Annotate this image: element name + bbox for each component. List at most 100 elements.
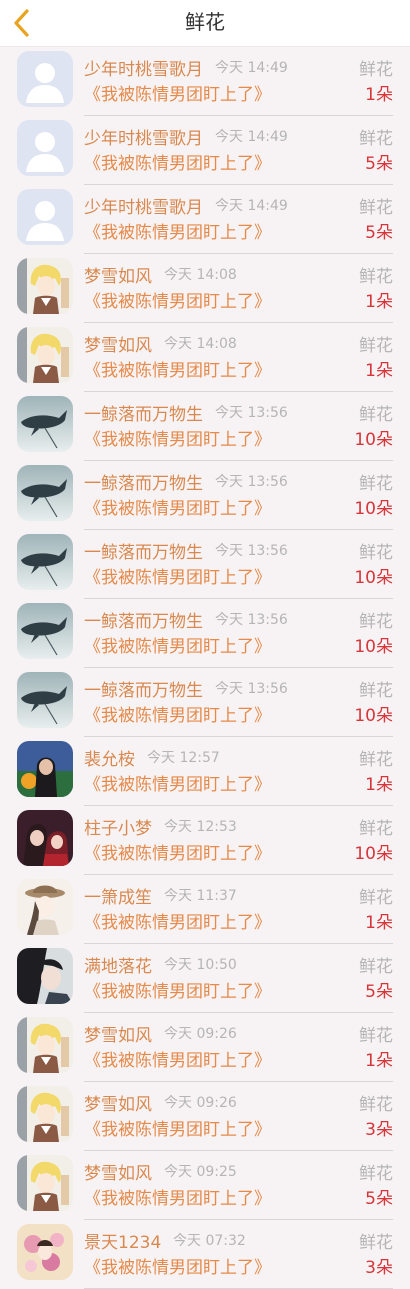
book-title[interactable]: 《我被陈情男团盯上了》: [84, 425, 271, 450]
avatar[interactable]: [17, 534, 73, 590]
book-title[interactable]: 《我被陈情男团盯上了》: [84, 770, 271, 795]
list-item[interactable]: 一鲸落而万物生 今天 13:56 鲜花 《我被陈情男团盯上了》 10朵: [0, 530, 410, 599]
sender-name[interactable]: 少年时桃雪歌月: [84, 55, 203, 80]
sender-name[interactable]: 景天1234: [84, 1228, 161, 1253]
list-item[interactable]: 少年时桃雪歌月 今天 14:49 鲜花 《我被陈情男团盯上了》 5朵: [0, 185, 410, 254]
list-item[interactable]: 一箫成笙 今天 11:37 鲜花 《我被陈情男团盯上了》 1朵: [0, 875, 410, 944]
list-item[interactable]: 景天1234 今天 07:32 鲜花 《我被陈情男团盯上了》 3朵: [0, 1220, 410, 1289]
book-title[interactable]: 《我被陈情男团盯上了》: [84, 701, 271, 726]
avatar[interactable]: [17, 1017, 73, 1073]
avatar-image: [17, 327, 73, 383]
list-item[interactable]: 梦雪如风 今天 09:25 鲜花 《我被陈情男团盯上了》 5朵: [0, 1151, 410, 1220]
sender-name[interactable]: 一鲸落而万物生: [84, 607, 203, 632]
avatar-image: [17, 1224, 73, 1280]
avatar[interactable]: [17, 672, 73, 728]
sender-name[interactable]: 梦雪如风: [84, 1090, 152, 1115]
sender-name[interactable]: 一鲸落而万物生: [84, 538, 203, 563]
avatar[interactable]: [17, 810, 73, 866]
book-title[interactable]: 《我被陈情男团盯上了》: [84, 908, 271, 933]
list-item[interactable]: 梦雪如风 今天 09:26 鲜花 《我被陈情男团盯上了》 1朵: [0, 1013, 410, 1082]
avatar[interactable]: [17, 189, 73, 245]
avatar[interactable]: [17, 1086, 73, 1142]
list-item[interactable]: 一鲸落而万物生 今天 13:56 鲜花 《我被陈情男团盯上了》 10朵: [0, 599, 410, 668]
flower-count: 10朵: [354, 637, 393, 657]
list-item[interactable]: 梦雪如风 今天 09:26 鲜花 《我被陈情男团盯上了》 3朵: [0, 1082, 410, 1151]
avatar[interactable]: [17, 1224, 73, 1280]
avatar[interactable]: [17, 741, 73, 797]
timestamp: 今天 14:08: [164, 267, 237, 283]
gift-type: 鲜花: [359, 543, 393, 563]
book-title[interactable]: 《我被陈情男团盯上了》: [84, 80, 271, 105]
flower-count: 3朵: [365, 1120, 393, 1140]
list-item[interactable]: 梦雪如风 今天 14:08 鲜花 《我被陈情男团盯上了》 1朵: [0, 323, 410, 392]
sender-name[interactable]: 柱子小梦: [84, 814, 152, 839]
book-title[interactable]: 《我被陈情男团盯上了》: [84, 494, 271, 519]
timestamp: 今天 14:08: [164, 336, 237, 352]
avatar[interactable]: [17, 258, 73, 314]
list-item[interactable]: 少年时桃雪歌月 今天 14:49 鲜花 《我被陈情男团盯上了》 5朵: [0, 116, 410, 185]
list-item[interactable]: 一鲸落而万物生 今天 13:56 鲜花 《我被陈情男团盯上了》 10朵: [0, 461, 410, 530]
sender-name[interactable]: 一箫成笙: [84, 883, 152, 908]
timestamp: 今天 14:49: [215, 198, 288, 214]
book-title[interactable]: 《我被陈情男团盯上了》: [84, 218, 271, 243]
list-item[interactable]: 一鲸落而万物生 今天 13:56 鲜花 《我被陈情男团盯上了》 10朵: [0, 668, 410, 737]
book-title[interactable]: 《我被陈情男团盯上了》: [84, 149, 271, 174]
list-item[interactable]: 梦雪如风 今天 14:08 鲜花 《我被陈情男团盯上了》 1朵: [0, 254, 410, 323]
sender-name[interactable]: 梦雪如风: [84, 1021, 152, 1046]
flower-count: 1朵: [365, 913, 393, 933]
book-title[interactable]: 《我被陈情男团盯上了》: [84, 1253, 271, 1278]
avatar-image: [17, 120, 73, 176]
gift-type: 鲜花: [359, 336, 393, 356]
list-item[interactable]: 柱子小梦 今天 12:53 鲜花 《我被陈情男团盯上了》 10朵: [0, 806, 410, 875]
flower-count: 10朵: [354, 499, 393, 519]
timestamp: 今天 12:57: [147, 750, 220, 766]
avatar[interactable]: [17, 948, 73, 1004]
gift-type: 鲜花: [359, 198, 393, 218]
sender-name[interactable]: 梦雪如风: [84, 262, 152, 287]
sender-name[interactable]: 一鲸落而万物生: [84, 400, 203, 425]
sender-name[interactable]: 梦雪如风: [84, 1159, 152, 1184]
avatar[interactable]: [17, 1155, 73, 1211]
sender-name[interactable]: 满地落花: [84, 952, 152, 977]
sender-name[interactable]: 梦雪如风: [84, 331, 152, 356]
timestamp: 今天 11:37: [164, 888, 237, 904]
book-title[interactable]: 《我被陈情男团盯上了》: [84, 1184, 271, 1209]
book-title[interactable]: 《我被陈情男团盯上了》: [84, 839, 271, 864]
sender-name[interactable]: 裴允桉: [84, 745, 135, 770]
list-item[interactable]: 裴允桉 今天 12:57 鲜花 《我被陈情男团盯上了》 1朵: [0, 737, 410, 806]
flower-count: 5朵: [365, 154, 393, 174]
avatar[interactable]: [17, 51, 73, 107]
sender-name[interactable]: 一鲸落而万物生: [84, 469, 203, 494]
sender-name[interactable]: 少年时桃雪歌月: [84, 193, 203, 218]
avatar-image: [17, 879, 73, 935]
book-title[interactable]: 《我被陈情男团盯上了》: [84, 563, 271, 588]
list-item[interactable]: 满地落花 今天 10:50 鲜花 《我被陈情男团盯上了》 5朵: [0, 944, 410, 1013]
list-item[interactable]: 少年时桃雪歌月 今天 14:49 鲜花 《我被陈情男团盯上了》 1朵: [0, 47, 410, 116]
avatar[interactable]: [17, 396, 73, 452]
avatar[interactable]: [17, 465, 73, 521]
book-title[interactable]: 《我被陈情男团盯上了》: [84, 1046, 271, 1071]
avatar-image: [17, 672, 73, 728]
list-item[interactable]: 一鲸落而万物生 今天 13:56 鲜花 《我被陈情男团盯上了》 10朵: [0, 392, 410, 461]
gift-type: 鲜花: [359, 267, 393, 287]
flower-count: 10朵: [354, 844, 393, 864]
avatar[interactable]: [17, 603, 73, 659]
book-title[interactable]: 《我被陈情男团盯上了》: [84, 287, 271, 312]
book-title[interactable]: 《我被陈情男团盯上了》: [84, 1115, 271, 1140]
avatar[interactable]: [17, 327, 73, 383]
flower-count: 3朵: [365, 1258, 393, 1278]
timestamp: 今天 13:56: [215, 612, 288, 628]
book-title[interactable]: 《我被陈情男团盯上了》: [84, 977, 271, 1002]
book-title[interactable]: 《我被陈情男团盯上了》: [84, 356, 271, 381]
sender-name[interactable]: 少年时桃雪歌月: [84, 124, 203, 149]
sender-name[interactable]: 一鲸落而万物生: [84, 676, 203, 701]
avatar-image: [17, 534, 73, 590]
avatar-image: [17, 51, 73, 107]
book-title[interactable]: 《我被陈情男团盯上了》: [84, 632, 271, 657]
timestamp: 今天 10:50: [164, 957, 237, 973]
avatar[interactable]: [17, 120, 73, 176]
gift-type: 鲜花: [359, 129, 393, 149]
flower-count: 5朵: [365, 1189, 393, 1209]
avatar[interactable]: [17, 879, 73, 935]
avatar-image: [17, 1086, 73, 1142]
